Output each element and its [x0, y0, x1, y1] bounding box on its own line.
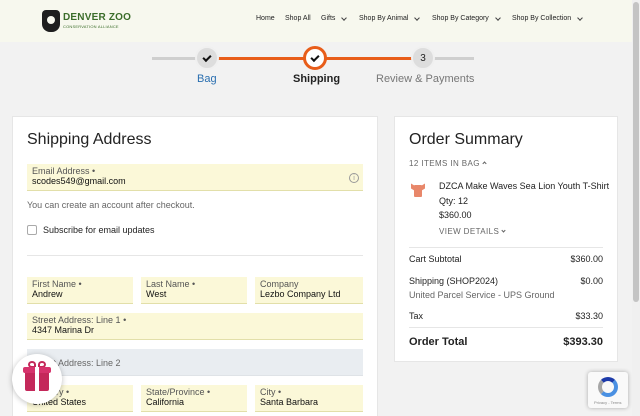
last-name-value: West [146, 289, 167, 299]
info-icon[interactable]: i [349, 173, 359, 183]
street-line2-field[interactable]: Street Address: Line 2 [27, 349, 363, 376]
email-field-label: Email Address • [32, 166, 96, 176]
checkmark-icon [202, 52, 212, 62]
tax-label: Tax [409, 311, 424, 321]
shipping-value: $0.00 [580, 276, 603, 286]
item-price: $360.00 [439, 210, 472, 220]
chevron-up-icon [482, 161, 487, 166]
shipping-method: United Parcel Service - UPS Ground [409, 290, 555, 300]
state-select[interactable]: State/Province • California [141, 385, 247, 412]
site-header: DENVER ZOO CONSERVATION ALLIANCE Home Sh… [0, 0, 640, 42]
chevron-down-icon [341, 14, 348, 21]
progress-track-pending [432, 57, 474, 60]
checkmark-icon [310, 52, 320, 62]
street-line1-field[interactable]: Street Address: Line 1 • 4347 Marina Dr [27, 313, 363, 340]
email-field-value: scodes549@gmail.com [32, 176, 126, 186]
cart-subtotal-label: Cart Subtotal [409, 254, 462, 264]
lion-logo-icon [42, 10, 60, 32]
nav-shop-by-collection-label: Shop By Collection [512, 15, 572, 22]
shipping-address-title: Shipping Address [27, 131, 152, 148]
street-line1-label: Street Address: Line 1 • [32, 315, 127, 325]
order-summary-title: Order Summary [409, 131, 523, 148]
nav-home-label: Home [256, 15, 275, 22]
recaptcha-icon [598, 377, 618, 397]
scrollbar-thumb[interactable] [633, 2, 639, 302]
recaptcha-terms[interactable]: Privacy - Terms [594, 400, 621, 405]
chevron-down-icon [501, 228, 506, 233]
company-value: Lezbo Company Ltd [260, 289, 341, 299]
logo-subtitle: CONSERVATION ALLIANCE [63, 24, 119, 29]
city-field[interactable]: City • Santa Barbara [255, 385, 363, 412]
recaptcha-badge[interactable]: Privacy - Terms [588, 372, 628, 408]
summary-divider [409, 247, 603, 248]
account-note: You can create an account after checkout… [27, 200, 195, 210]
chevron-down-icon [494, 14, 501, 21]
items-in-bag-toggle[interactable]: 12 ITEMS IN BAG [409, 159, 487, 168]
order-total-value: $393.30 [563, 336, 603, 348]
step-shipping-label: Shipping [293, 73, 341, 85]
nav-shop-by-category-label: Shop By Category [432, 15, 489, 22]
state-label: State/Province • [146, 387, 211, 397]
first-name-label: First Name • [32, 279, 82, 289]
nav-gifts[interactable]: Gifts [321, 14, 348, 22]
city-label: City • [260, 387, 282, 397]
nav-shop-by-category[interactable]: Shop By Category [432, 14, 501, 22]
email-field[interactable]: Email Address • scodes549@gmail.com i [27, 164, 363, 191]
product-thumbnail [411, 182, 425, 197]
item-name: DZCA Make Waves Sea Lion Youth T-Shirt [439, 181, 610, 191]
item-qty: Qty: 12 [439, 196, 469, 206]
chevron-down-icon [414, 14, 421, 21]
last-name-label: Last Name • [146, 279, 196, 289]
first-name-field[interactable]: First Name • Andrew [27, 277, 133, 304]
view-details-toggle[interactable]: VIEW DETAILS [439, 227, 506, 236]
step-review-circle: 3 [411, 46, 435, 70]
state-value: California [146, 397, 185, 407]
last-name-field[interactable]: Last Name • West [141, 277, 247, 304]
denver-zoo-logo[interactable]: DENVER ZOO CONSERVATION ALLIANCE [42, 10, 131, 32]
city-value: Santa Barbara [260, 397, 319, 407]
subscribe-checkbox[interactable] [27, 225, 37, 235]
nav-shop-all-label: Shop All [285, 15, 311, 22]
step-bag-circle[interactable] [195, 46, 219, 70]
section-divider [27, 255, 363, 256]
chevron-down-icon [577, 14, 583, 21]
step-review-label: Review & Payments [376, 73, 475, 85]
company-field[interactable]: Company Lezbo Company Ltd [255, 277, 363, 304]
order-summary-card [394, 116, 618, 362]
nav-shop-by-animal-label: Shop By Animal [359, 15, 409, 22]
shipping-label: Shipping (SHOP2024) [409, 276, 499, 286]
subscribe-label[interactable]: Subscribe for email updates [43, 225, 155, 235]
nav-shop-all[interactable]: Shop All [285, 15, 311, 22]
order-total-label: Order Total [409, 336, 468, 348]
first-name-value: Andrew [32, 289, 63, 299]
nav-home[interactable]: Home [256, 15, 275, 22]
street-line1-value: 4347 Marina Dr [32, 325, 95, 335]
step-shipping-circle [303, 46, 327, 70]
tax-value: $33.30 [575, 311, 603, 321]
gift-button[interactable] [12, 354, 62, 404]
nav-gifts-label: Gifts [321, 15, 336, 22]
total-divider [409, 327, 603, 328]
nav-shop-by-collection[interactable]: Shop By Collection [512, 14, 583, 22]
step-bag-link[interactable]: Bag [197, 73, 217, 85]
company-label: Company [260, 279, 299, 289]
logo-name: DENVER ZOO [63, 12, 132, 23]
cart-subtotal-value: $360.00 [570, 254, 603, 264]
nav-shop-by-animal[interactable]: Shop By Animal [359, 14, 421, 22]
